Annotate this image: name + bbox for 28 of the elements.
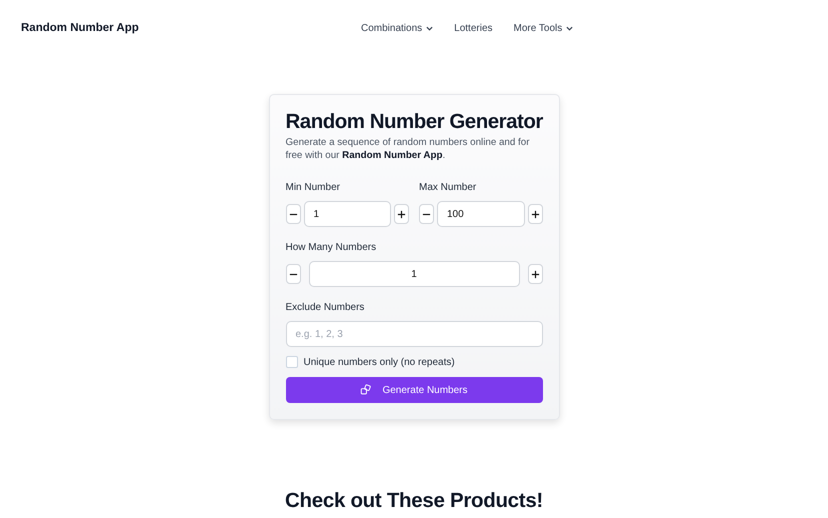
increment-button[interactable] [394, 204, 409, 224]
decrement-button[interactable] [286, 264, 300, 284]
decrement-button[interactable] [419, 204, 434, 224]
checkbox-label: Unique numbers only (no repeats) [304, 356, 455, 368]
plus-icon [530, 210, 540, 218]
nav-link[interactable]: Lotteries [454, 22, 493, 34]
exclude-field[interactable]: e.g. 1, 2, 3 [286, 321, 542, 347]
field-label: Exclude Numbers [286, 302, 366, 313]
nav-link[interactable]: More Tools [514, 22, 574, 34]
checkbox[interactable] [286, 356, 298, 368]
app-logo[interactable]: Random Number App [21, 22, 139, 34]
generator-title: Random Number Generator [286, 109, 542, 135]
decrement-button[interactable] [286, 204, 300, 224]
plus-icon [530, 270, 540, 278]
number-field[interactable]: 1 [304, 201, 391, 227]
nav-link[interactable]: Combinations [361, 22, 434, 34]
number-field[interactable]: 100 [437, 201, 524, 227]
increment-button[interactable] [528, 204, 542, 224]
generate-button[interactable]: Generate Numbers [286, 377, 542, 403]
dice-icon [360, 384, 372, 396]
generator-description: Generate a sequence of random numbers online and for free with our Random Number App. [286, 137, 530, 162]
plus-icon [397, 210, 406, 218]
field-label: Max Number [419, 182, 478, 193]
section-heading: Check out These Products! [285, 488, 543, 514]
field-label: How Many Numbers [286, 242, 378, 253]
field-label: Min Number [286, 182, 341, 193]
increment-button[interactable] [528, 264, 542, 284]
number-field[interactable]: 1 [308, 261, 520, 287]
